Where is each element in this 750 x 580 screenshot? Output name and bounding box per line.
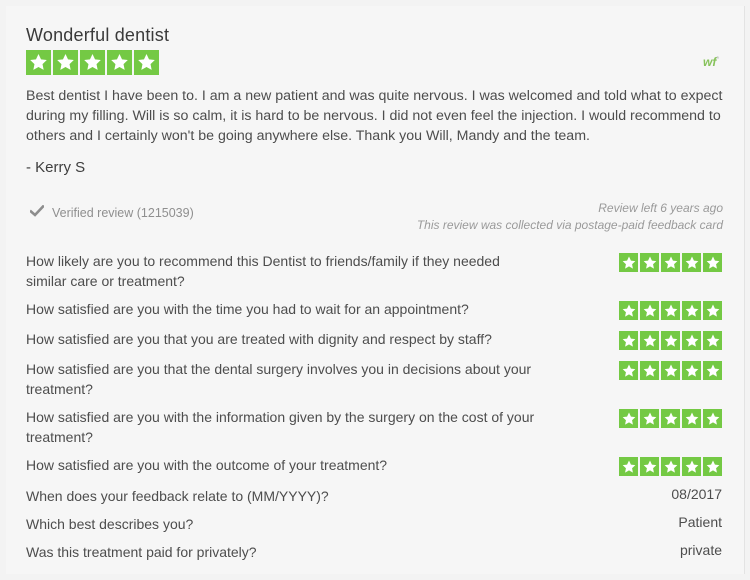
star-icon: [661, 361, 680, 380]
question-text: How satisfied are you with the time you …: [26, 301, 469, 317]
review-author: - Kerry S: [26, 159, 86, 176]
question-text: How satisfied are you that you are treat…: [26, 331, 492, 347]
star-icon: [619, 409, 638, 428]
star-icon: [619, 361, 638, 380]
star-icon: [682, 361, 701, 380]
star-icon: [703, 301, 722, 320]
star-icon: [703, 409, 722, 428]
star-icon: [661, 331, 680, 350]
star-icon: [703, 253, 722, 272]
question-rating-stars: [619, 361, 722, 380]
question-answer: 08/2017: [671, 486, 722, 502]
question-answer: Patient: [678, 514, 722, 530]
star-icon: [682, 301, 701, 320]
question-answer: private: [679, 542, 722, 558]
star-icon: [682, 457, 701, 476]
star-icon: [640, 409, 659, 428]
star-icon: [80, 50, 105, 75]
checkmark-icon: [29, 204, 45, 220]
star-icon: [703, 361, 722, 380]
star-icon: [682, 331, 701, 350]
question-rating-stars: [619, 409, 722, 428]
star-icon: [661, 409, 680, 428]
overall-rating-stars: [26, 50, 159, 75]
star-icon: [640, 361, 659, 380]
star-icon: [703, 331, 722, 350]
star-icon: [619, 253, 638, 272]
star-icon: [703, 457, 722, 476]
star-icon: [619, 331, 638, 350]
question-rating-stars: [619, 331, 722, 350]
question-text: When does your feedback relate to (MM/YY…: [26, 488, 329, 504]
logo-text: wf: [703, 55, 717, 69]
star-icon: [661, 301, 680, 320]
review-title: Wonderful dentist: [26, 25, 170, 45]
logo-sup: *: [716, 56, 720, 63]
star-icon: [661, 457, 680, 476]
star-icon: [640, 301, 659, 320]
star-icon: [682, 253, 701, 272]
star-icon: [640, 331, 659, 350]
star-icon: [134, 50, 159, 75]
question-text: Which best describes you?: [26, 516, 194, 532]
star-icon: [619, 301, 638, 320]
question-text: How satisfied are you with the outcome o…: [26, 457, 388, 473]
star-icon: [640, 253, 659, 272]
star-icon: [640, 457, 659, 476]
review-card: Wonderful dentist wf* Best dentist I hav…: [6, 6, 745, 574]
question-text: Was this treatment paid for privately?: [26, 544, 257, 560]
verified-label: Verified review (1215039): [52, 205, 194, 220]
question-text: How satisfied are you with the informati…: [26, 409, 535, 445]
star-icon: [26, 50, 51, 75]
question-text: How satisfied are you that the dental su…: [26, 361, 532, 397]
star-icon: [661, 253, 680, 272]
review-source: This review was collected via postage-pa…: [416, 218, 723, 232]
question-rating-stars: [619, 457, 722, 476]
review-meta: Review left 6 years ago This review was …: [417, 200, 723, 234]
star-icon: [682, 409, 701, 428]
star-icon: [53, 50, 78, 75]
logo: wf*: [703, 55, 719, 69]
question-text: How likely are you to recommend this Den…: [26, 253, 500, 289]
star-icon: [107, 50, 132, 75]
review-body: Best dentist I have been to. I am a new …: [26, 88, 723, 144]
question-rating-stars: [619, 301, 722, 320]
star-icon: [619, 457, 638, 476]
verified-review: Verified review (1215039): [29, 204, 194, 220]
question-rating-stars: [619, 253, 722, 272]
review-age: Review left 6 years ago: [598, 201, 723, 215]
